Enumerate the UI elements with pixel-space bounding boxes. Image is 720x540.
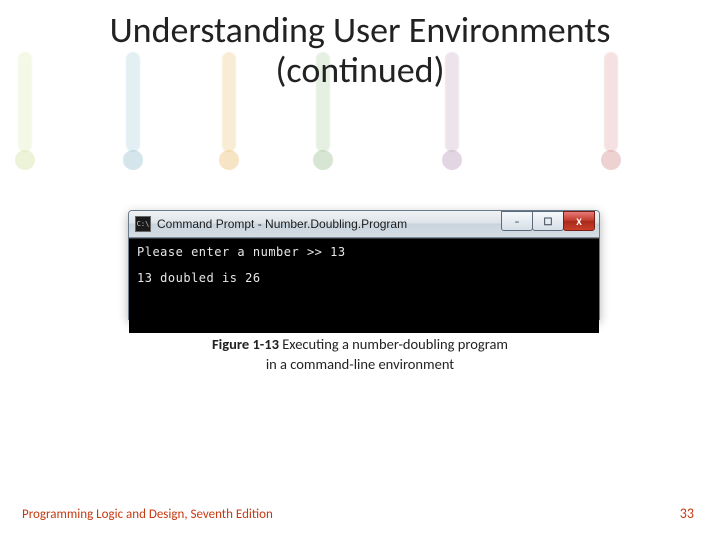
command-prompt-icon: C:\ [135,216,151,232]
command-prompt-window: C:\ Command Prompt - Number.Doubling.Pro… [128,210,600,320]
maximize-button[interactable]: ☐ [532,211,564,231]
caption-line1: Executing a number-doubling program [279,335,508,353]
caption-line2: in a command-line environment [266,355,454,373]
window-titlebar: C:\ Command Prompt - Number.Doubling.Pro… [129,211,599,238]
window-title: Command Prompt - Number.Doubling.Program [157,217,407,231]
terminal-output: Please enter a number >> 13 13 doubled i… [129,238,599,333]
window-controls: – ☐ X [502,211,595,231]
terminal-line-1: Please enter a number >> 13 [137,245,591,261]
title-line1: Understanding User Environments [110,8,611,52]
terminal-line-2: 13 doubled is 26 [137,271,591,287]
figure-label: Figure 1-13 [212,335,279,353]
slide-title: Understanding User Environments (continu… [0,0,720,91]
footer-page-number: 33 [680,505,694,522]
title-line2: (continued) [275,48,444,92]
minimize-button[interactable]: – [501,211,533,231]
footer-book-title: Programming Logic and Design, Seventh Ed… [22,507,273,522]
figure-caption: Figure 1-13 Executing a number-doubling … [0,335,720,374]
close-button[interactable]: X [563,211,595,231]
